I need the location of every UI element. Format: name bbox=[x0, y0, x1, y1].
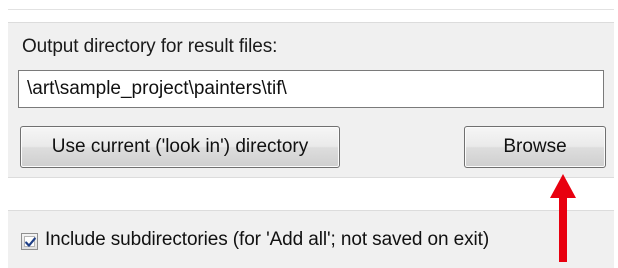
dialog-fragment: Output directory for result files: Use c… bbox=[0, 0, 618, 268]
output-directory-input[interactable] bbox=[18, 70, 604, 108]
red-arrow-up-icon bbox=[550, 174, 576, 262]
checkmark-icon bbox=[25, 237, 36, 247]
output-directory-label: Output directory for result files: bbox=[22, 36, 278, 57]
include-subdirectories-checkbox[interactable] bbox=[21, 233, 38, 250]
top-divider bbox=[8, 9, 614, 10]
browse-button[interactable]: Browse bbox=[464, 126, 606, 168]
include-subdirectories-label: Include subdirectories (for 'Add all'; n… bbox=[45, 229, 490, 250]
use-current-directory-button[interactable]: Use current ('look in') directory bbox=[20, 126, 340, 168]
